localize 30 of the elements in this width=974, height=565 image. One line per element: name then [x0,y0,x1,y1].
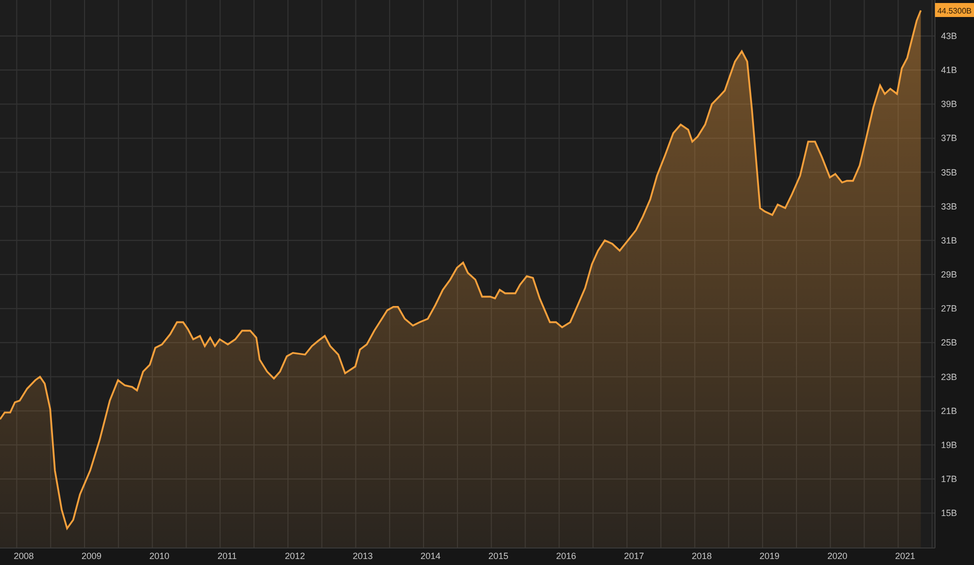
y-tick-label: 37B [941,133,958,144]
y-tick-label: 43B [941,30,958,41]
x-tick-label: 2015 [488,551,508,561]
y-tick-label: 19B [941,440,958,450]
y-tick-label: 31B [941,235,958,246]
y-tick-label: 39B [941,99,958,110]
y-tick-label: 17B [941,474,958,484]
y-tick-label: 25B [941,338,958,348]
x-tick-label: 2019 [760,551,780,561]
x-tick-label: 2014 [420,551,441,561]
y-tick-label: 33B [941,201,958,212]
x-tick-label: 2009 [82,551,102,561]
y-tick-label: 23B [941,372,958,382]
x-tick-label: 2012 [284,551,305,561]
y-tick-label: 35B [941,167,958,178]
last-price-label: 44.5300B [935,3,974,17]
y-tick-label: 21B [941,406,958,416]
x-tick-label: 2016 [556,551,576,561]
x-tick-label: 2020 [827,551,848,561]
y-tick-label: 27B [941,304,958,314]
x-tick-label: 2017 [624,551,644,561]
y-tick-label: 15B [941,508,958,518]
y-tick-label: 29B [941,270,958,280]
x-tick-label: 2013 [352,551,373,561]
x-tick-label: 2021 [895,551,916,561]
x-tick-label: 2018 [692,551,712,561]
x-tick-label: 2011 [217,551,237,561]
y-tick-label: 41B [941,65,958,76]
x-tick-label: 2008 [14,551,34,561]
x-tick-label: 2010 [149,551,170,561]
